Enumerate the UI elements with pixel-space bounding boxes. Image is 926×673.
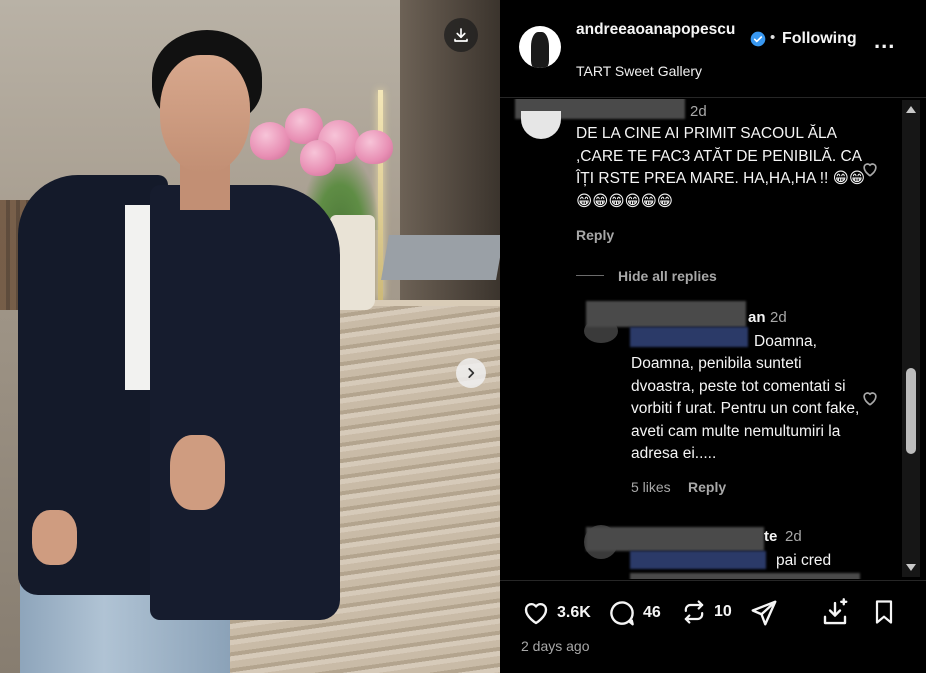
download-tray-icon	[823, 598, 848, 625]
heart-icon	[524, 602, 548, 625]
photo-face	[160, 55, 250, 173]
reposts-count: 10	[714, 603, 732, 620]
repost-button[interactable]: 10	[680, 598, 732, 626]
reply-text: Doamna, penibila sunteti dvoastra, peste…	[631, 355, 860, 462]
repost-icon	[684, 600, 704, 624]
header-separator: •	[770, 29, 776, 46]
save-to-collection-button[interactable]	[820, 598, 850, 628]
bookmark-icon	[875, 600, 893, 624]
post-timestamp: 2 days ago	[521, 638, 590, 654]
send-icon	[751, 600, 777, 626]
download-icon	[454, 28, 468, 42]
bookmark-button[interactable]	[870, 598, 898, 626]
post-header: andreeaoanapopescu • Following ... TART …	[500, 0, 926, 98]
avatar-figure	[531, 32, 549, 68]
author-avatar[interactable]	[519, 26, 561, 68]
scroll-down-arrow-icon[interactable]	[906, 564, 916, 571]
chevron-right-icon	[468, 368, 475, 378]
scroll-up-arrow-icon[interactable]	[906, 106, 916, 113]
comment-icon	[610, 601, 634, 626]
redacted-username	[586, 527, 764, 551]
comments-section[interactable]: 2d DE LA CINE AI PRIMIT SACOUL ĂLA ,CARE…	[500, 99, 926, 579]
post-photo[interactable]	[0, 0, 500, 673]
reply-likes-count[interactable]: 5 likes	[631, 479, 671, 495]
photo-hand	[170, 435, 225, 510]
commenter-avatar[interactable]	[521, 111, 561, 139]
reply-reply-button[interactable]: Reply	[688, 479, 726, 495]
reply-text-first: Doamna,	[754, 333, 817, 350]
hide-replies-button[interactable]: Hide all replies	[618, 268, 717, 284]
photo-object	[381, 235, 500, 280]
reply-time: 2d	[785, 528, 802, 545]
next-image-button[interactable]	[456, 358, 486, 388]
post-location[interactable]: TART Sweet Gallery	[576, 63, 702, 79]
likes-count: 3.6K	[557, 604, 591, 621]
reply-like-icon[interactable]	[860, 388, 880, 408]
following-button[interactable]: Following	[782, 30, 857, 48]
more-options-button[interactable]: ...	[874, 30, 895, 52]
photo-tulip	[355, 130, 393, 164]
photo-tulip	[300, 140, 336, 176]
photo-tulip	[250, 122, 290, 160]
reply-time: 2d	[770, 309, 787, 326]
redacted-username	[586, 301, 746, 327]
share-button[interactable]	[749, 598, 779, 628]
redacted-mention	[630, 551, 766, 569]
comment-like-icon[interactable]	[860, 159, 880, 179]
post-actions-bar: 3.6K 46 10 2 days ago	[500, 580, 926, 673]
comment-time: 2d	[690, 103, 707, 120]
comment-text: DE LA CINE AI PRIMIT SACOUL ĂLA ,CARE TE…	[576, 125, 865, 210]
scrollbar-thumb[interactable]	[906, 368, 916, 454]
redacted-text	[630, 573, 860, 579]
photo-blazer-right	[150, 185, 340, 620]
reply-username-tail[interactable]: te	[764, 528, 777, 545]
post-side-panel: andreeaoanapopescu • Following ... TART …	[500, 0, 926, 673]
download-button[interactable]	[444, 18, 478, 52]
author-username[interactable]: andreeaoanapopescu	[576, 20, 746, 40]
comment-button[interactable]: 46	[607, 598, 661, 628]
comments-count: 46	[643, 604, 661, 621]
reply-text: pai cred	[776, 552, 832, 569]
verified-badge-icon	[750, 31, 766, 47]
comments-scrollbar[interactable]	[902, 100, 920, 577]
redacted-mention	[630, 327, 748, 347]
photo-hand	[32, 510, 77, 565]
like-button[interactable]: 3.6K	[521, 598, 591, 628]
comment-reply-button[interactable]: Reply	[576, 227, 614, 243]
hide-replies-line	[576, 275, 604, 276]
reply-username-tail[interactable]: an	[748, 309, 766, 326]
